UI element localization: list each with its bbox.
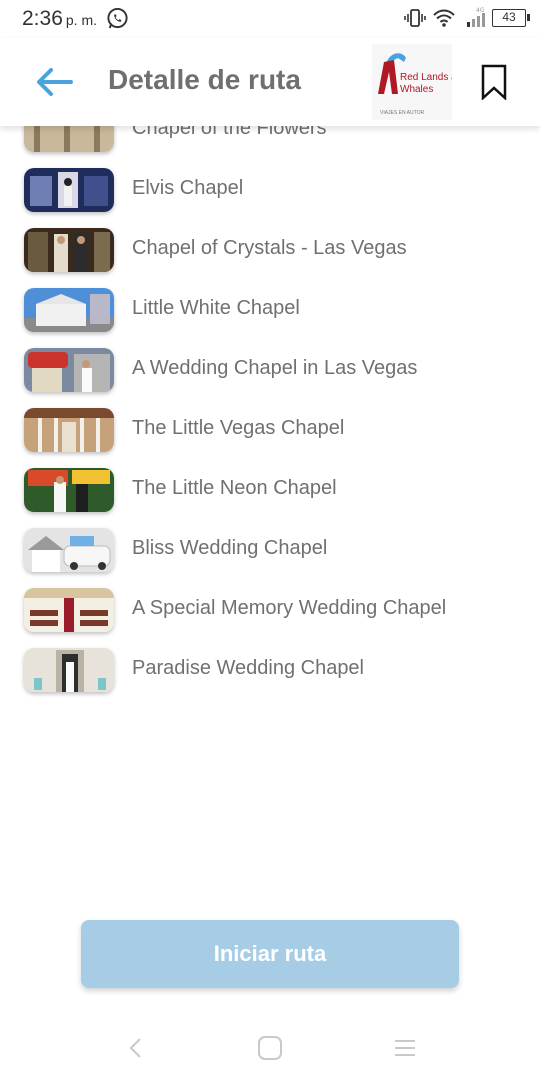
vibrate-icon (404, 9, 426, 27)
route-name: Bliss Wedding Chapel (132, 537, 328, 559)
status-time: 2:36 p. m. (22, 7, 97, 31)
nav-home-icon[interactable] (256, 1034, 284, 1062)
logo-line2: Whales (400, 84, 433, 95)
route-item[interactable]: The Little Vegas Chapel (0, 400, 540, 460)
route-thumbnail (24, 408, 114, 452)
route-thumbnail (24, 648, 114, 692)
logo-line1: Red Lands and (400, 72, 452, 83)
logo-tagline: VIAJES EN AUTOR (380, 110, 424, 116)
status-time-value: 2:36 (22, 7, 63, 30)
route-thumbnail (24, 168, 114, 212)
bookmark-button[interactable] (474, 60, 514, 104)
route-name: Paradise Wedding Chapel (132, 657, 365, 679)
nav-menu-icon[interactable] (391, 1034, 419, 1062)
route-item[interactable]: Elvis Chapel (0, 160, 540, 220)
route-name: Elvis Chapel (132, 177, 244, 199)
route-thumbnail (24, 588, 114, 632)
system-nav-bar (0, 1016, 540, 1080)
route-name: Little White Chapel (132, 297, 300, 319)
route-item[interactable]: Chapel of Crystals - Las Vegas (0, 220, 540, 280)
route-name: A Special Memory Wedding Chapel (132, 597, 447, 619)
route-item[interactable]: The Little Neon Chapel (0, 460, 540, 520)
start-route-button[interactable]: Iniciar ruta (81, 920, 459, 988)
route-name: The Little Vegas Chapel (132, 417, 345, 439)
back-button[interactable] (30, 60, 78, 104)
status-time-ampm: p. m. (65, 12, 97, 28)
bookmark-icon (481, 64, 507, 100)
battery-icon: 43 (492, 9, 530, 27)
app-header: Detalle de ruta Red Lands and Whales VIA… (0, 38, 540, 126)
nav-back-icon[interactable] (122, 1034, 150, 1062)
svg-text:4G: 4G (476, 7, 485, 14)
arrow-left-icon (37, 68, 73, 96)
route-item[interactable]: Little White Chapel (0, 280, 540, 340)
route-name: A Wedding Chapel in Las Vegas (132, 357, 418, 379)
status-bar: 2:36 p. m. 4G 43 (0, 0, 540, 38)
brand-logo: Red Lands and Whales VIAJES EN AUTOR (372, 44, 452, 120)
route-item[interactable]: A Special Memory Wedding Chapel (0, 580, 540, 640)
route-thumbnail (24, 348, 114, 392)
whatsapp-icon (107, 7, 128, 29)
route-item[interactable]: Bliss Wedding Chapel (0, 520, 540, 580)
route-name: The Little Neon Chapel (132, 477, 337, 499)
route-thumbnail (24, 528, 114, 572)
route-name: Chapel of Crystals - Las Vegas (132, 237, 407, 259)
route-thumbnail (24, 228, 114, 272)
route-item[interactable]: A Wedding Chapel in Las Vegas (0, 340, 540, 400)
route-thumbnail (24, 468, 114, 512)
signal-icon: 4G (467, 7, 485, 27)
route-item[interactable]: Paradise Wedding Chapel (0, 640, 540, 700)
route-thumbnail (24, 288, 114, 332)
page-title: Detalle de ruta (108, 64, 301, 95)
wifi-icon (433, 9, 455, 27)
route-list: Chapel of the Flowers Elvis Chapel Chape… (0, 100, 540, 720)
